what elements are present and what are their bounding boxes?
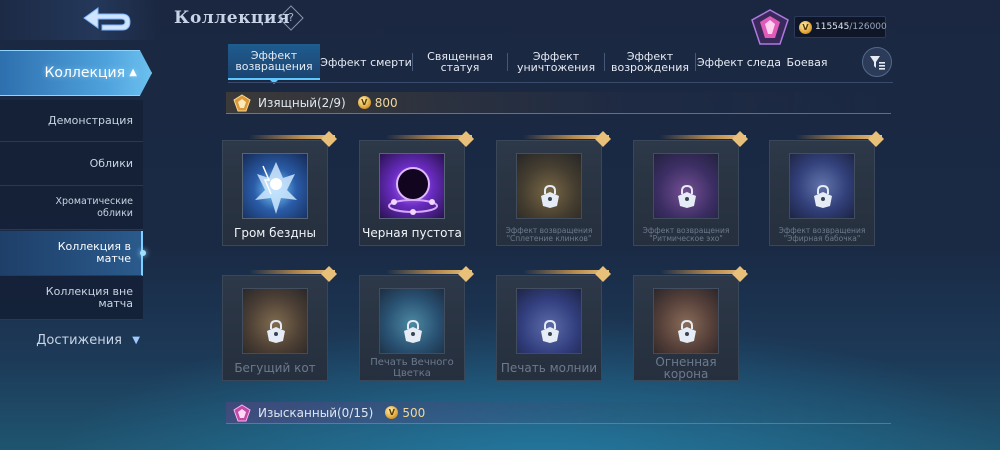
sidebar: Коллекция ▲ Демонстрация Облики Хроматич…: [0, 50, 160, 450]
filter-button[interactable]: [862, 47, 892, 77]
tab-destruction-effect[interactable]: Эффект уничтожения: [508, 44, 604, 80]
lock-icon: [267, 319, 285, 343]
effect-card-locked[interactable]: Печать молнии: [496, 266, 611, 381]
currency-display: V 115545/126000: [794, 16, 887, 38]
lock-icon: [541, 319, 559, 343]
coin-icon: V: [357, 96, 371, 109]
currency-current: 115545: [815, 22, 850, 32]
currency-max: /126000: [849, 22, 887, 32]
card-corner-icon: [321, 266, 337, 282]
tab-bar: Эффект возвращения Эффект смерти Священн…: [228, 44, 832, 84]
card-corner-icon: [595, 266, 611, 282]
lock-icon: [678, 319, 696, 343]
chevron-up-icon: ▲: [129, 67, 137, 78]
section-price: 800: [374, 95, 398, 110]
effect-card[interactable]: Гром бездны: [222, 131, 337, 246]
page-title: Коллекция: [174, 8, 291, 28]
lock-icon: [814, 184, 832, 208]
effect-card-locked[interactable]: Эффект возвращения "Эфирная бабочка": [769, 131, 884, 246]
tab-return-effect[interactable]: Эффект возвращения: [228, 44, 320, 84]
back-button[interactable]: [0, 0, 160, 40]
tab-death-effect[interactable]: Эффект смерти: [320, 44, 412, 80]
tab-revival-effect[interactable]: Эффект возрождения: [605, 44, 695, 80]
section-header-refined: Изысканный(0/15) V 500: [226, 402, 891, 424]
section-header-elegant: Изящный(2/9) V 800: [226, 92, 891, 114]
tab-trail-effect[interactable]: Эффект следа: [696, 44, 782, 80]
tab-battle[interactable]: Боевая: [782, 44, 832, 80]
sidebar-item-skins[interactable]: Облики: [0, 142, 143, 186]
lock-icon: [678, 184, 696, 208]
thunder-abyss-art: [242, 153, 308, 219]
tab-underline: [228, 82, 893, 83]
coin-icon: V: [385, 406, 399, 419]
purple-rank-icon: [233, 403, 251, 421]
effect-card-locked[interactable]: Бегущий кот: [222, 266, 337, 381]
card-corner-icon: [595, 131, 611, 147]
lock-icon: [404, 319, 422, 343]
card-corner-icon: [321, 131, 337, 147]
effect-card-locked[interactable]: Эффект возвращения "Сплетение клинков": [496, 131, 611, 246]
lock-icon: [541, 184, 559, 208]
section-title: Изысканный(0/15): [258, 405, 374, 420]
gold-rank-icon: [233, 93, 251, 111]
effect-card-locked[interactable]: Печать Вечного Цветка: [359, 266, 474, 381]
coin-icon: V: [799, 21, 812, 34]
card-corner-icon: [458, 266, 474, 282]
black-void-art: [379, 153, 445, 219]
section-title: Изящный(2/9): [258, 95, 346, 110]
card-corner-icon: [868, 131, 884, 147]
rank-emblem-icon: [751, 9, 789, 45]
sidebar-item-chromatic-skins[interactable]: Хроматические облики: [0, 186, 143, 230]
sidebar-item-demo[interactable]: Демонстрация: [0, 100, 143, 142]
sidebar-item-in-match-collection[interactable]: Коллекция в матче: [0, 231, 146, 276]
card-corner-icon: [732, 131, 748, 147]
section-price: 500: [402, 405, 426, 420]
filter-icon: [870, 56, 885, 70]
effect-card[interactable]: Черная пустота: [359, 131, 474, 246]
chevron-down-icon: ▼: [132, 335, 140, 346]
card-corner-icon: [732, 266, 748, 282]
back-arrow-icon: [83, 7, 131, 31]
effect-card-locked[interactable]: Огненная корона: [633, 266, 748, 381]
card-corner-icon: [458, 131, 474, 147]
sidebar-item-out-match-collection[interactable]: Коллекция вне матча: [0, 276, 143, 320]
effect-card-locked[interactable]: Эффект возвращения "Ритмическое эхо": [633, 131, 748, 246]
tab-sacred-statue[interactable]: Священная статуя: [413, 44, 507, 80]
sidebar-item-achievements[interactable]: Достижения ▼: [0, 330, 150, 352]
sidebar-item-collection[interactable]: Коллекция ▲: [0, 50, 152, 96]
